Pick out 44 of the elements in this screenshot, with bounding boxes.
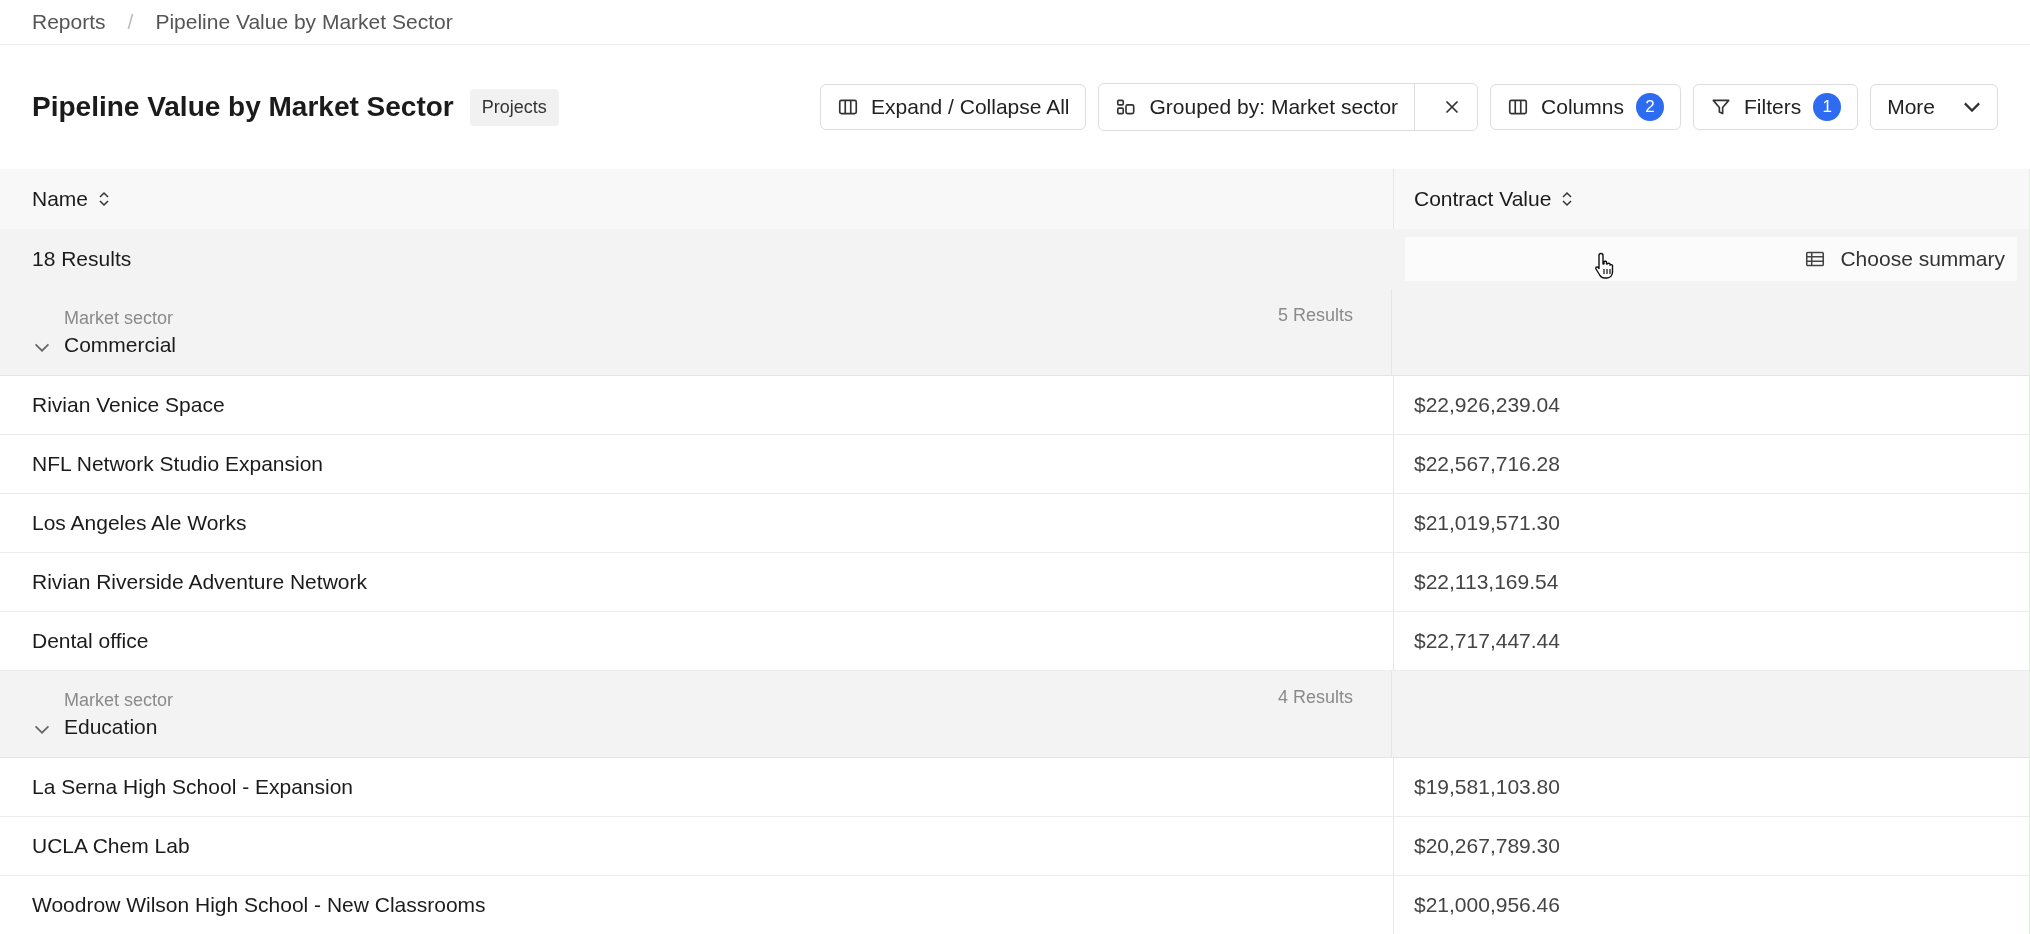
count-badge: 2 xyxy=(1635,93,1664,121)
contract-value: $20,267,789.30 xyxy=(1414,834,1560,858)
contract-value: $22,567,716.28 xyxy=(1414,452,1560,476)
project-name: Woodrow Wilson High School - New Classrooms xyxy=(32,893,486,917)
project-name: UCLA Chem Lab xyxy=(32,834,190,858)
chevron-down-icon xyxy=(1963,102,1981,112)
columns-button[interactable]: Columns 2 xyxy=(1490,84,1681,130)
contract-value: $21,000,956.46 xyxy=(1414,893,1560,917)
expand-collapse-button[interactable]: Expand / Collapse All xyxy=(820,84,1087,130)
group-count: 4 Results xyxy=(1277,687,1353,708)
breadcrumb-current: Pipeline Value by Market Sector xyxy=(155,10,453,34)
project-name: La Serna High School - Expansion xyxy=(32,775,354,799)
contract-value: $19,581,103.80 xyxy=(1414,775,1560,799)
group-name: Commercial xyxy=(64,332,176,357)
project-name: Dental office xyxy=(32,629,149,653)
breadcrumb-link[interactable]: Reports xyxy=(32,10,106,34)
group-name: Education xyxy=(64,714,159,739)
contract-value: $21,019,571.30 xyxy=(1414,511,1560,535)
project-name: Rivian Venice Space xyxy=(32,393,225,417)
contract-value: $22,717,447.44 xyxy=(1414,629,1560,653)
project-name: Los Angeles Ale Works xyxy=(32,511,247,535)
project-name: Rivian Riverside Adventure Network xyxy=(32,570,367,594)
sort-icon xyxy=(1561,189,1574,209)
group-count: 5 Results xyxy=(1277,305,1353,326)
group-label: Market sector xyxy=(64,689,174,711)
contract-value: $22,926,239.04 xyxy=(1414,393,1560,417)
column-header[interactable]: Name xyxy=(32,187,111,211)
column-header[interactable]: Contract Value xyxy=(1414,187,1574,211)
contract-value: $22,113,169.54 xyxy=(1414,570,1559,594)
count-badge: 1 xyxy=(1813,93,1842,121)
more-button[interactable]: More xyxy=(1870,84,1998,130)
category-tag: Projects xyxy=(469,88,559,126)
grouped-by-control[interactable]: Grouped by: Market sector xyxy=(1098,83,1479,131)
page-title: Pipeline Value by Market Sector xyxy=(32,91,454,123)
results-count: 18 Results xyxy=(32,247,132,271)
chevron-icon[interactable] xyxy=(34,724,50,734)
sort-icon xyxy=(98,189,111,209)
project-name: NFL Network Studio Expansion xyxy=(32,452,324,476)
choose-summary-button[interactable]: Choose summary xyxy=(1405,237,2017,281)
grouped-by-label: Grouped by: Market sector xyxy=(1149,95,1399,119)
filters-button[interactable]: Filters 1 xyxy=(1692,84,1859,130)
chevron-icon[interactable] xyxy=(34,342,50,352)
group-label: Market sector xyxy=(64,307,175,329)
breadcrumb-separator: / xyxy=(127,10,134,34)
